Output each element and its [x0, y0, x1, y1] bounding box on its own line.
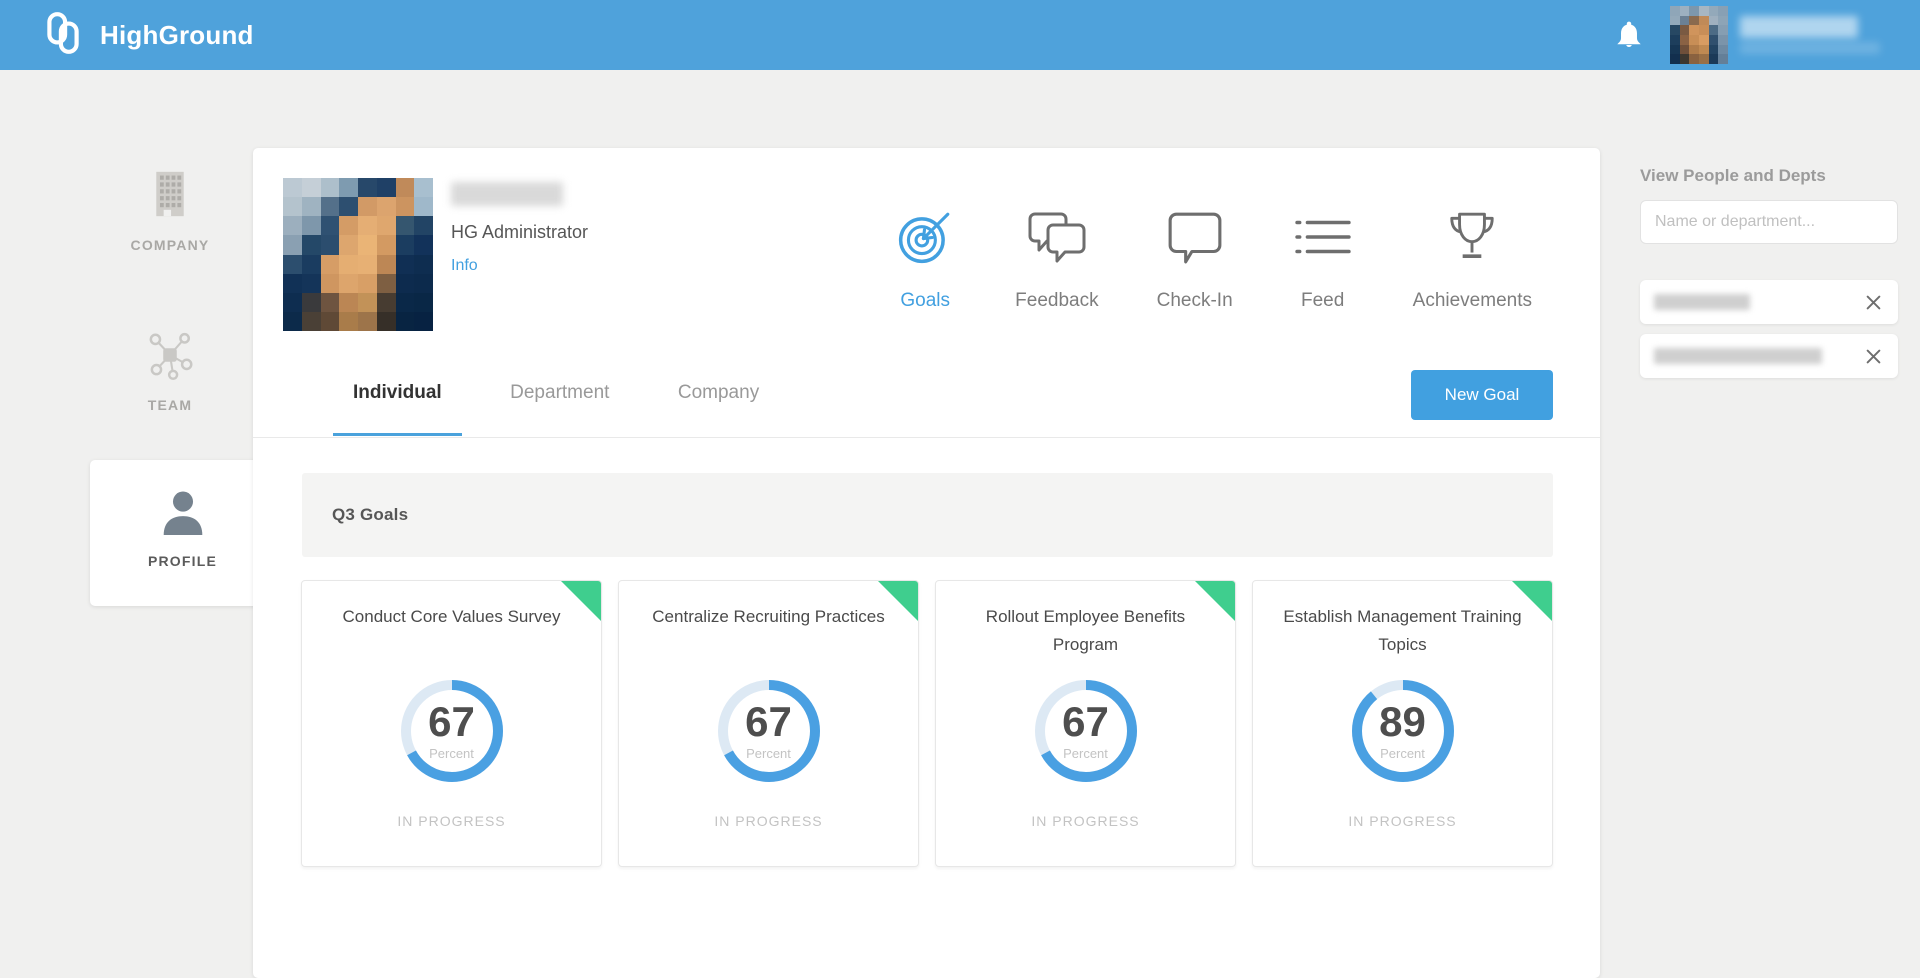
trophy-icon [1446, 206, 1498, 268]
sidebar-item-team[interactable]: TEAM [88, 330, 252, 413]
target-icon [896, 206, 954, 268]
goal-cards-row: Conduct Core Values Survey 67 Percent IN… [301, 580, 1553, 867]
selected-person-chip[interactable] [1640, 334, 1898, 378]
selected-person-chip[interactable] [1640, 280, 1898, 324]
goal-status-badge: IN PROGRESS [1348, 813, 1457, 829]
nav-item-goals[interactable]: Goals [893, 206, 957, 312]
tab-company[interactable]: Company [658, 382, 779, 433]
goal-status-badge: IN PROGRESS [397, 813, 506, 829]
brand-name: HighGround [100, 19, 254, 50]
profile-header: HG Administrator Info Goals Feedback Che… [253, 148, 1600, 375]
sidebar-label-profile: PROFILE [147, 553, 218, 569]
goal-title: Centralize Recruiting Practices [652, 607, 885, 626]
goal-percent-value: 67 [745, 698, 792, 745]
goal-status-badge: IN PROGRESS [714, 813, 823, 829]
notifications-bell-icon[interactable] [1614, 19, 1644, 51]
nav-label-feed: Feed [1301, 290, 1345, 311]
user-avatar [1670, 6, 1728, 64]
tab-individual[interactable]: Individual [333, 382, 462, 436]
goal-complete-flag-icon [561, 581, 601, 621]
brand-logo[interactable]: HighGround [40, 10, 254, 61]
goal-card[interactable]: Centralize Recruiting Practices 67 Perce… [618, 580, 919, 867]
goal-complete-flag-icon [878, 581, 918, 621]
chat-bubble-icon [1166, 206, 1224, 268]
person-icon [160, 491, 206, 540]
goal-percent-value: 89 [1379, 698, 1426, 745]
network-icon [145, 332, 195, 384]
sidebar-label-company: COMPANY [130, 237, 210, 253]
goal-title: Rollout Employee Benefits Program [985, 607, 1186, 654]
nav-label-goals: Goals [900, 290, 950, 311]
nav-item-achievements[interactable]: Achievements [1413, 206, 1532, 312]
profile-role: HG Administrator [451, 222, 589, 242]
goal-progress-ring: 67 Percent [396, 675, 508, 787]
person-name-redacted [1654, 348, 1822, 364]
profile-name-redacted [451, 182, 563, 206]
list-icon [1294, 206, 1351, 268]
goal-title: Establish Management Training Topics [1283, 607, 1522, 654]
profile-photo [283, 178, 433, 331]
sidebar-item-profile[interactable]: PROFILE [90, 460, 275, 606]
goals-section-title: Q3 Goals [332, 505, 409, 524]
nav-item-checkin[interactable]: Check-In [1157, 206, 1233, 312]
goal-progress-ring: 67 Percent [713, 675, 825, 787]
new-goal-button[interactable]: New Goal [1411, 370, 1553, 420]
top-navbar: HighGround [0, 0, 1920, 70]
goal-title: Conduct Core Values Survey [342, 607, 561, 626]
sidebar-label-team: TEAM [147, 397, 193, 413]
nav-item-feed[interactable]: Feed [1291, 206, 1355, 312]
remove-person-icon[interactable] [1862, 345, 1884, 367]
nav-item-feedback[interactable]: Feedback [1015, 206, 1099, 312]
goal-complete-flag-icon [1512, 581, 1552, 621]
goals-scope-tabs: Individual Department Company New Goal [253, 348, 1600, 438]
goal-percent-label: Percent [429, 746, 474, 761]
goal-percent-value: 67 [428, 698, 475, 745]
goal-progress-ring: 67 Percent [1030, 675, 1142, 787]
goal-complete-flag-icon [1195, 581, 1235, 621]
user-subtext-redacted [1740, 42, 1880, 54]
people-depts-title: View People and Depts [1640, 166, 1826, 185]
remove-person-icon[interactable] [1862, 291, 1884, 313]
info-link[interactable]: Info [451, 257, 478, 275]
building-icon [151, 171, 189, 224]
goals-section-header: Q3 Goals [302, 473, 1553, 557]
goal-percent-label: Percent [1380, 746, 1425, 761]
people-depts-panel: View People and Depts [1640, 166, 1898, 378]
highground-logo-icon [40, 10, 86, 61]
sidebar-item-company[interactable]: COMPANY [88, 168, 252, 253]
tab-department[interactable]: Department [490, 382, 629, 433]
user-menu[interactable] [1670, 6, 1880, 64]
goal-progress-ring: 89 Percent [1347, 675, 1459, 787]
chat-double-icon [1027, 206, 1087, 268]
goal-percent-label: Percent [1063, 746, 1108, 761]
goal-status-badge: IN PROGRESS [1031, 813, 1140, 829]
people-search-input[interactable] [1640, 200, 1898, 244]
nav-label-checkin: Check-In [1156, 290, 1233, 311]
goal-card[interactable]: Rollout Employee Benefits Program 67 Per… [935, 580, 1236, 867]
nav-label-feedback: Feedback [1015, 290, 1099, 311]
user-name-redacted [1740, 16, 1858, 38]
nav-label-achievements: Achievements [1412, 290, 1532, 311]
goal-card[interactable]: Establish Management Training Topics 89 … [1252, 580, 1553, 867]
goal-percent-value: 67 [1062, 698, 1109, 745]
person-name-redacted [1654, 294, 1750, 310]
profile-main-card: HG Administrator Info Goals Feedback Che… [253, 148, 1600, 978]
app-window: HighGround COMPANY TEAM PROFILE HG Admin… [0, 0, 1920, 978]
goal-card[interactable]: Conduct Core Values Survey 67 Percent IN… [301, 580, 602, 867]
goal-percent-label: Percent [746, 746, 791, 761]
